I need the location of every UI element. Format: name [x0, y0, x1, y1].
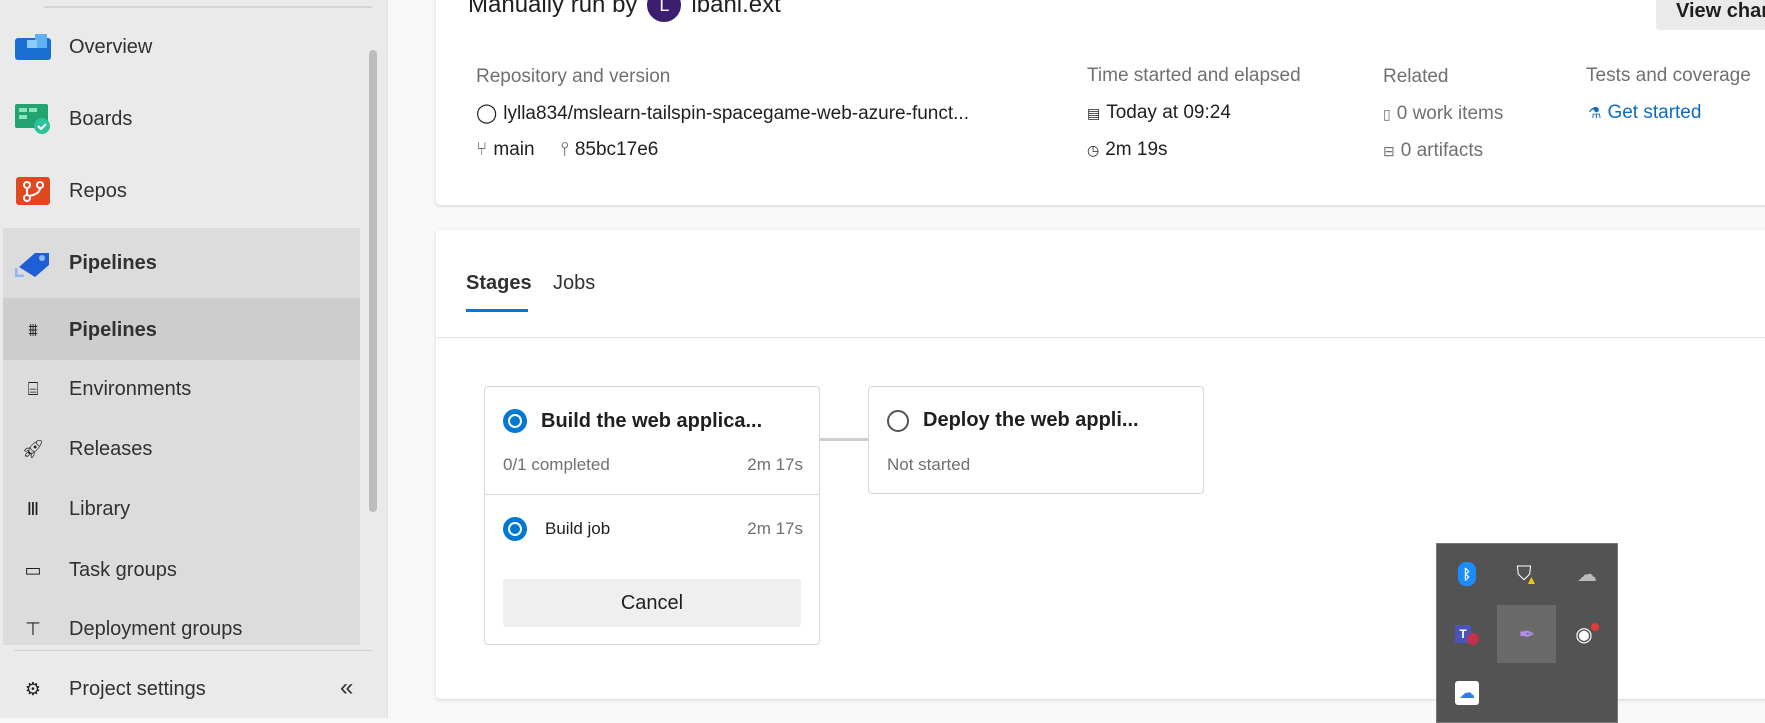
not-started-icon: [887, 409, 909, 432]
time-label: Time started and elapsed: [1087, 65, 1301, 86]
running-icon: [503, 517, 527, 541]
stage-duration: 2m 17s: [747, 455, 803, 474]
stage-status: 0/1 completed: [503, 455, 610, 474]
job-duration: 2m 17s: [747, 519, 803, 538]
sidebar-subitem-environments[interactable]: ⌸ Environments: [0, 369, 357, 409]
gear-icon: ⚙: [24, 678, 42, 699]
tests-label: Tests and coverage: [1586, 65, 1751, 86]
library-icon: Ⅲ: [26, 498, 40, 519]
stage-title: Build the web applica...: [503, 409, 762, 433]
tab-underline: [466, 309, 528, 312]
job-row[interactable]: Build job 2m 17s: [485, 511, 819, 547]
repos-icon: [14, 173, 52, 209]
bluetooth-icon[interactable]: ᛒ: [1447, 554, 1487, 594]
sidebar-subitem-pipelines[interactable]: ⩩ Pipelines: [0, 310, 357, 350]
running-icon: [503, 409, 527, 433]
tab-stages[interactable]: Stages: [466, 272, 532, 295]
commit-id[interactable]: 85bc17e6: [575, 139, 658, 161]
run-by: Manually run by L lbani.ext: [468, 0, 781, 22]
user-link[interactable]: lbani.ext: [691, 0, 780, 19]
deployment-groups-icon: ⊤: [25, 618, 41, 639]
flask-icon: ⚗: [1588, 105, 1602, 122]
clock-icon: ◷: [1087, 141, 1100, 158]
elapsed-time: ◷ 2m 19s: [1087, 139, 1168, 160]
pipelines-list-icon: ⩩: [28, 319, 38, 340]
artifact-icon: ⊟: [1383, 142, 1395, 159]
sidebar-item-overview[interactable]: Overview: [0, 27, 360, 67]
stage-connector: [820, 438, 868, 441]
feather-icon[interactable]: ✒: [1507, 614, 1547, 654]
version-row: ⑂ main ⫯ 85bc17e6: [476, 139, 658, 161]
environments-icon: ⌸: [27, 378, 39, 399]
teams-icon[interactable]: T: [1447, 614, 1487, 654]
pipelines-icon: [14, 245, 52, 281]
onedrive-off-icon[interactable]: ☁: [1567, 554, 1607, 594]
repo-link[interactable]: ◯ lylla834/mslearn-tailspin-spacegame-web…: [476, 102, 969, 125]
branch-icon: ⑂: [476, 139, 488, 160]
stage-status: Not started: [887, 455, 971, 474]
sidebar-subitem-deployment-groups[interactable]: ⊤ Deployment groups: [0, 609, 357, 649]
view-changes-button[interactable]: View changes: [1656, 0, 1765, 30]
avatar: L: [647, 0, 682, 22]
sidebar-item-pipelines[interactable]: Pipelines: [0, 243, 360, 283]
cloud-sync-icon[interactable]: ☁: [1447, 673, 1487, 713]
collapse-sidebar-button[interactable]: «: [340, 674, 353, 702]
job-name: Build job: [545, 519, 611, 538]
sidebar: Overview Boards Repos Pipelines ⩩ Pipeli…: [0, 0, 388, 718]
github-icon: ◯: [476, 103, 498, 124]
work-items-link[interactable]: ▯ 0 work items: [1383, 103, 1503, 125]
stage-card-build[interactable]: Build the web applica... 0/1 completed 2…: [484, 386, 820, 645]
boards-icon: [14, 101, 52, 137]
project-settings-link[interactable]: ⚙ Project settings: [0, 669, 300, 709]
discord-icon[interactable]: ◉: [1567, 614, 1607, 654]
related-label: Related: [1383, 66, 1449, 87]
get-started-link[interactable]: ⚗ Get started: [1588, 102, 1701, 124]
repo-label: Repository and version: [476, 66, 671, 87]
sidebar-subitem-releases[interactable]: 🚀︎ Releases: [0, 429, 357, 469]
sidebar-item-repos[interactable]: Repos: [0, 171, 360, 211]
sidebar-item-boards[interactable]: Boards: [0, 99, 360, 139]
start-time: ▤ Today at 09:24: [1087, 102, 1231, 123]
calendar-icon: ▤: [1087, 104, 1101, 121]
artifacts-link[interactable]: ⊟ 0 artifacts: [1383, 140, 1483, 162]
task-groups-icon: ▭: [24, 559, 42, 580]
stage-title: Deploy the web appli...: [887, 409, 1139, 432]
work-item-icon: ▯: [1383, 105, 1391, 122]
security-warning-icon[interactable]: ⛉ ▲: [1507, 554, 1547, 594]
stage-card-deploy[interactable]: Deploy the web appli... Not started: [868, 386, 1204, 494]
sidebar-subitem-task-groups[interactable]: ▭ Task groups: [0, 550, 357, 590]
branch-name[interactable]: main: [493, 139, 534, 161]
system-tray-overflow: ᛒ ⛉ ▲ ☁ T ✒ ◉ ☁: [1436, 543, 1618, 723]
commit-icon: ⫯: [560, 139, 569, 160]
releases-icon: 🚀︎: [21, 438, 45, 459]
divider: [436, 337, 1765, 338]
divider: [485, 494, 819, 495]
sidebar-scrollbar[interactable]: [369, 50, 377, 512]
sidebar-subitem-library[interactable]: Ⅲ Library: [0, 489, 357, 529]
divider: [44, 6, 372, 8]
divider: [14, 650, 372, 651]
run-summary-card: Manually run by L lbani.ext View changes…: [436, 0, 1765, 205]
tab-jobs[interactable]: Jobs: [553, 272, 595, 295]
overview-icon: [14, 29, 52, 65]
cancel-button[interactable]: Cancel: [503, 579, 801, 627]
